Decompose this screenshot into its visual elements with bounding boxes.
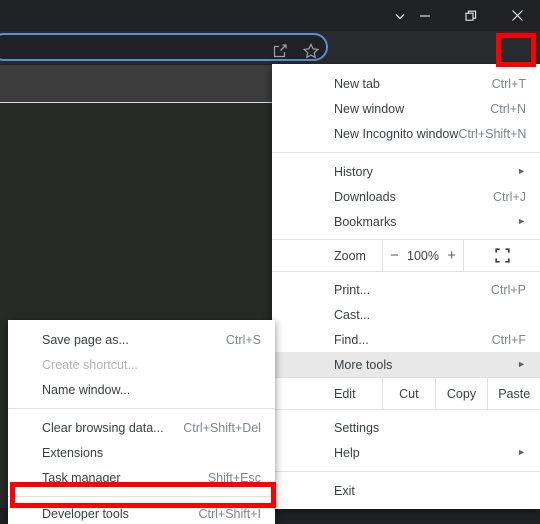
browser-toolbar: uO G A bbox=[0, 31, 540, 90]
submenu-item-name-window[interactable]: Name window... bbox=[8, 377, 275, 402]
zoom-label: Zoom bbox=[334, 248, 366, 263]
submenu-item-extensions[interactable]: Extensions bbox=[8, 440, 275, 465]
menu-item-bookmarks[interactable]: Bookmarks ► bbox=[272, 209, 540, 234]
submenu-label: Developer tools bbox=[42, 506, 129, 521]
chevron-right-icon: ► bbox=[517, 447, 526, 457]
zoom-row: Zoom − 100% + bbox=[272, 239, 540, 272]
menu-label: Downloads bbox=[334, 189, 396, 204]
submenu-label: Create shortcut... bbox=[42, 357, 138, 372]
close-button[interactable] bbox=[494, 0, 540, 31]
chevron-right-icon: ► bbox=[517, 166, 526, 176]
fullscreen-button[interactable] bbox=[464, 240, 540, 271]
title-bar bbox=[0, 0, 540, 31]
menu-accel: Ctrl+N bbox=[490, 101, 526, 116]
menu-label: Print... bbox=[334, 282, 371, 297]
submenu-separator bbox=[8, 496, 275, 497]
submenu-label: Name window... bbox=[42, 382, 131, 397]
submenu-accel: Ctrl+Shift+I bbox=[198, 506, 261, 521]
chevron-right-icon: ► bbox=[517, 359, 526, 369]
submenu-accel: Ctrl+S bbox=[225, 332, 261, 347]
menu-item-new-tab[interactable]: New tab Ctrl+T bbox=[272, 71, 540, 96]
submenu-item-task-manager[interactable]: Task manager Shift+Esc bbox=[8, 465, 275, 490]
submenu-label: Clear browsing data... bbox=[42, 420, 164, 435]
browser-window: uO G A New tab C bbox=[0, 0, 540, 524]
edit-row: Edit Cut Copy Paste bbox=[272, 377, 540, 410]
submenu-item-developer-tools[interactable]: Developer tools Ctrl+Shift+I bbox=[8, 503, 275, 524]
menu-accel: Ctrl+P bbox=[490, 282, 526, 297]
zoom-out-button[interactable]: − bbox=[384, 247, 404, 264]
minimize-button[interactable] bbox=[402, 0, 448, 31]
submenu-separator bbox=[8, 408, 275, 409]
menu-item-help[interactable]: Help ► bbox=[272, 440, 540, 465]
menu-separator bbox=[272, 152, 540, 153]
menu-item-cast[interactable]: Cast... bbox=[272, 302, 540, 327]
paste-button[interactable]: Paste bbox=[487, 378, 540, 409]
submenu-accel: Shift+Esc bbox=[207, 470, 261, 485]
more-tools-submenu: Save page as... Ctrl+S Create shortcut..… bbox=[8, 320, 275, 524]
menu-label: Help bbox=[334, 445, 360, 460]
menu-accel: Ctrl+F bbox=[491, 332, 526, 347]
cut-button[interactable]: Cut bbox=[382, 378, 435, 409]
menu-label: History bbox=[334, 164, 373, 179]
chevron-right-icon: ► bbox=[517, 216, 526, 226]
menu-item-settings[interactable]: Settings bbox=[272, 415, 540, 440]
zoom-level-value: 100% bbox=[407, 248, 439, 263]
submenu-accel: Ctrl+Shift+Del bbox=[183, 420, 261, 435]
menu-accel: Ctrl+T bbox=[491, 76, 526, 91]
chrome-main-menu: New tab Ctrl+T New window Ctrl+N New Inc… bbox=[272, 64, 540, 509]
copy-button[interactable]: Copy bbox=[434, 378, 488, 409]
menu-item-new-window[interactable]: New window Ctrl+N bbox=[272, 96, 540, 121]
menu-accel: Ctrl+J bbox=[493, 189, 526, 204]
menu-label: Bookmarks bbox=[334, 214, 397, 229]
menu-accel: Ctrl+Shift+N bbox=[458, 126, 527, 141]
submenu-item-create-shortcut: Create shortcut... bbox=[8, 352, 275, 377]
menu-label: Settings bbox=[334, 420, 380, 435]
menu-item-find[interactable]: Find... Ctrl+F bbox=[272, 327, 540, 352]
bookmark-star-icon[interactable] bbox=[302, 42, 320, 60]
menu-item-print[interactable]: Print... Ctrl+P bbox=[272, 277, 540, 302]
menu-label: New Incognito window bbox=[334, 126, 459, 141]
submenu-item-save-page-as[interactable]: Save page as... Ctrl+S bbox=[8, 327, 275, 352]
menu-label: New tab bbox=[334, 76, 380, 91]
menu-item-exit[interactable]: Exit bbox=[272, 478, 540, 503]
submenu-label: Task manager bbox=[42, 470, 121, 485]
edit-label: Edit bbox=[334, 386, 356, 401]
menu-label: New window bbox=[334, 101, 405, 116]
zoom-controls: − 100% + bbox=[382, 240, 464, 271]
menu-item-downloads[interactable]: Downloads Ctrl+J bbox=[272, 184, 540, 209]
menu-item-history[interactable]: History ► bbox=[272, 159, 540, 184]
menu-label: Exit bbox=[334, 483, 355, 498]
share-icon[interactable] bbox=[271, 42, 289, 60]
submenu-item-clear-browsing-data[interactable]: Clear browsing data... Ctrl+Shift+Del bbox=[8, 415, 275, 440]
menu-label: Find... bbox=[334, 332, 369, 347]
menu-label: Cast... bbox=[334, 307, 371, 322]
submenu-label: Extensions bbox=[42, 445, 104, 460]
restore-button[interactable] bbox=[448, 0, 494, 31]
menu-label: More tools bbox=[334, 357, 393, 372]
zoom-in-button[interactable]: + bbox=[442, 247, 462, 264]
submenu-label: Save page as... bbox=[42, 332, 129, 347]
menu-item-more-tools[interactable]: More tools ► bbox=[272, 352, 540, 377]
address-bar[interactable] bbox=[0, 33, 328, 61]
menu-separator bbox=[272, 471, 540, 472]
menu-item-new-incognito-window[interactable]: New Incognito window Ctrl+Shift+N bbox=[272, 121, 540, 146]
